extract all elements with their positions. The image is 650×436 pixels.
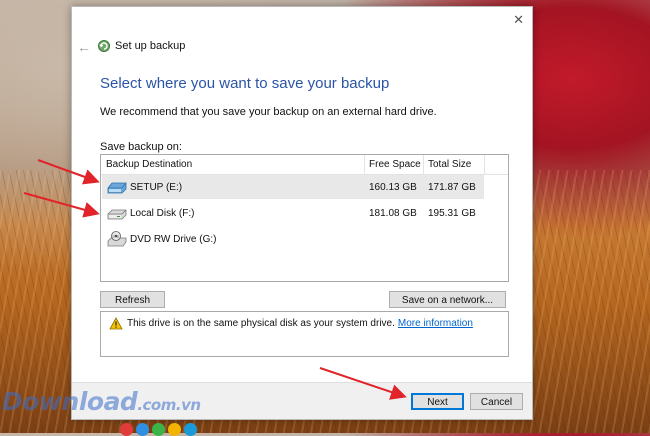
dvd-drive-icon: DVD bbox=[107, 231, 127, 247]
cyan-dot bbox=[184, 423, 197, 436]
wizard-title: Set up backup bbox=[115, 40, 186, 52]
cancel-button[interactable]: Cancel bbox=[470, 393, 523, 410]
drive-name: SETUP (E:) bbox=[130, 182, 183, 193]
destination-list[interactable]: Backup Destination Free Space Total Size… bbox=[100, 154, 509, 282]
more-information-link[interactable]: More information bbox=[398, 318, 473, 329]
column-separator bbox=[484, 155, 485, 174]
green-dot bbox=[152, 423, 165, 436]
list-header: Backup Destination Free Space Total Size bbox=[101, 155, 508, 175]
info-panel: This drive is on the same physical disk … bbox=[100, 311, 509, 357]
column-header-total-size[interactable]: Total Size bbox=[428, 159, 471, 174]
red-dot bbox=[120, 423, 133, 436]
column-separator bbox=[364, 155, 365, 174]
hard-disk-icon bbox=[107, 209, 127, 220]
column-header-free-space[interactable]: Free Space bbox=[369, 159, 421, 174]
drive-row-setup[interactable]: SETUP (E:) 160.13 GB 171.87 GB bbox=[102, 175, 484, 199]
drive-free-space: 160.13 GB bbox=[369, 182, 417, 193]
blue-dot bbox=[136, 423, 149, 436]
drive-free-space: 181.08 GB bbox=[369, 208, 417, 219]
next-button[interactable]: Next bbox=[411, 393, 464, 410]
usb-drive-icon bbox=[107, 182, 127, 194]
refresh-button[interactable]: Refresh bbox=[100, 291, 165, 308]
backup-wizard-icon bbox=[98, 40, 110, 52]
info-message: This drive is on the same physical disk … bbox=[127, 318, 473, 329]
page-heading: Select where you want to save your backu… bbox=[100, 75, 390, 92]
column-separator bbox=[423, 155, 424, 174]
close-icon[interactable]: ✕ bbox=[513, 13, 524, 27]
drive-row-local-disk[interactable]: Local Disk (F:) 181.08 GB 195.31 GB bbox=[102, 201, 484, 225]
recommendation-text: We recommend that you save your backup o… bbox=[100, 106, 437, 118]
back-arrow-icon[interactable]: ← bbox=[77, 39, 91, 55]
warning-icon bbox=[109, 317, 123, 330]
download-watermark-logo: Download.com.vn bbox=[2, 387, 201, 416]
save-backup-on-label: Save backup on: bbox=[100, 141, 182, 153]
drive-row-dvd[interactable]: DVD DVD RW Drive (G:) bbox=[102, 227, 484, 251]
drive-name: DVD RW Drive (G:) bbox=[130, 234, 217, 245]
drive-total-size: 171.87 GB bbox=[428, 182, 476, 193]
drive-total-size: 195.31 GB bbox=[428, 208, 476, 219]
backup-wizard-dialog: ✕ ← Set up backup Select where you want … bbox=[71, 6, 533, 420]
save-on-network-button[interactable]: Save on a network... bbox=[389, 291, 506, 308]
svg-text:DVD: DVD bbox=[113, 235, 120, 239]
drive-name: Local Disk (F:) bbox=[130, 208, 195, 219]
yellow-dot bbox=[168, 423, 181, 436]
column-header-destination[interactable]: Backup Destination bbox=[106, 159, 192, 174]
